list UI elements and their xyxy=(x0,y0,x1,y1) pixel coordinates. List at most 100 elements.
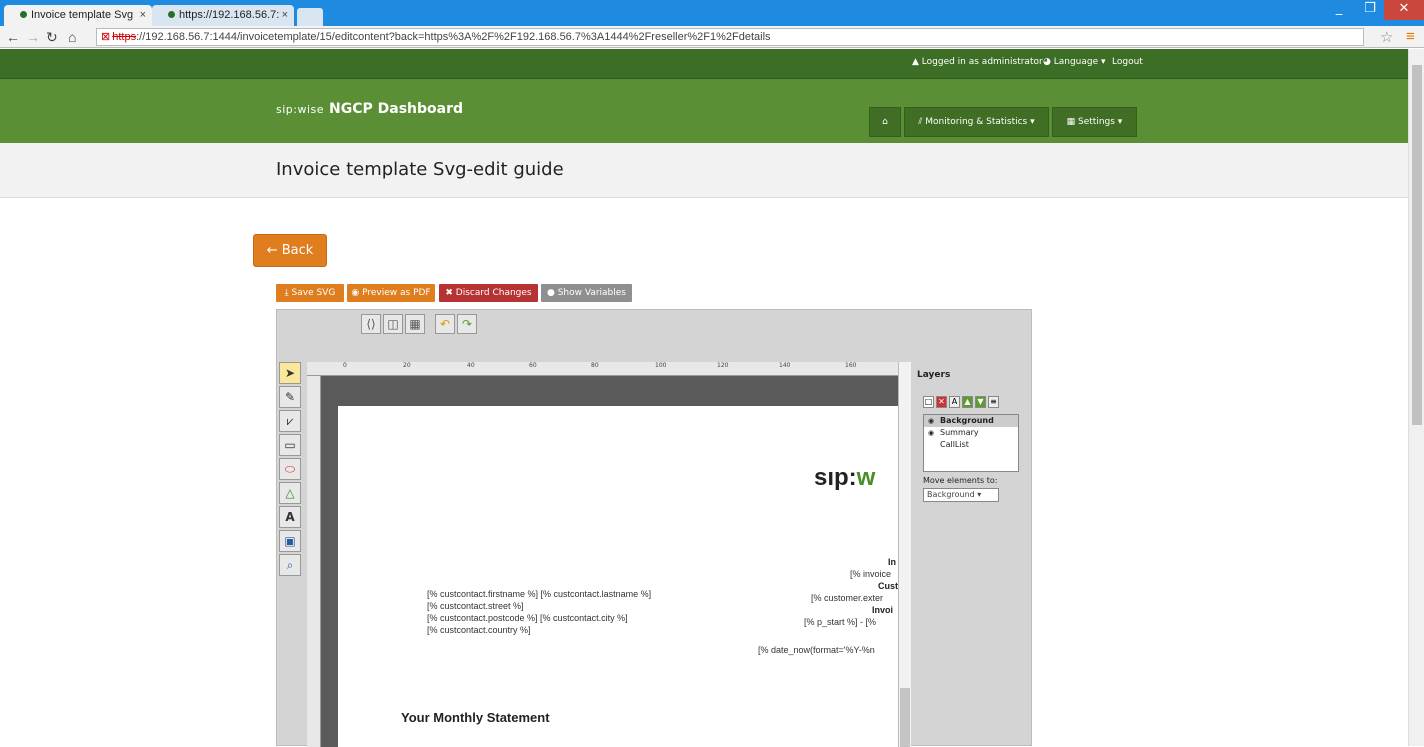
layer-name: CallList xyxy=(940,440,969,449)
show-variables-button[interactable]: ● Show Variables xyxy=(541,284,632,302)
redo-icon[interactable]: ↷ xyxy=(457,314,477,334)
layer-item-calllist[interactable]: CallList xyxy=(924,439,1018,451)
layer-up-icon[interactable]: ▲ xyxy=(962,396,973,408)
browser-tab-second[interactable]: https://192.168.56.7: × xyxy=(152,5,294,26)
page-scroll-thumb[interactable] xyxy=(1412,65,1422,425)
canvas-scroll-thumb[interactable] xyxy=(900,688,910,747)
layers-panel: Layers □ ✕ A ▲ ▼ ≡ ◉ Background ◉ Summary … xyxy=(917,370,1027,502)
url-scheme: https xyxy=(112,31,137,43)
zoom-tool-icon[interactable]: ⌕ xyxy=(279,554,301,576)
canvas-scrollbar[interactable] xyxy=(898,362,911,747)
move-elements-label: Move elements to: xyxy=(923,476,998,485)
preview-pdf-button[interactable]: ◉ Preview as PDF xyxy=(347,284,435,302)
close-tab-icon[interactable]: × xyxy=(140,5,146,26)
discard-changes-button[interactable]: ✖ Discard Changes xyxy=(439,284,538,302)
delete-layer-icon[interactable]: ✕ xyxy=(936,396,947,408)
tab-label: Invoice template Svg xyxy=(31,9,134,21)
ruler-vertical xyxy=(307,376,321,747)
date-var[interactable]: [% date_now(format='%Y-%n xyxy=(758,645,875,655)
language-menu[interactable]: ◕ Language ▾ xyxy=(1043,57,1106,67)
invoice-var[interactable]: [% invoice xyxy=(850,569,891,579)
address-line[interactable]: [% custcontact.country %] xyxy=(427,625,531,635)
select-tool-icon[interactable]: ➤ xyxy=(279,362,301,384)
eye-icon[interactable]: ◉ xyxy=(928,427,940,439)
rectangle-tool-icon[interactable]: ▭ xyxy=(279,434,301,456)
nav-settings-button[interactable]: ▦ Settings ▾ xyxy=(1052,107,1137,137)
layer-menu-icon[interactable]: ≡ xyxy=(988,396,999,408)
maximize-icon[interactable]: ❐ xyxy=(1356,0,1384,20)
app-logo[interactable]: sip:wise NGCP Dashboard xyxy=(276,101,463,117)
customer-label[interactable]: Cust xyxy=(878,581,898,591)
text-tool-icon[interactable]: A xyxy=(279,506,301,528)
page-scrollbar[interactable] xyxy=(1408,49,1424,746)
address-line[interactable]: [% custcontact.street %] xyxy=(427,601,524,611)
home-icon[interactable]: ⌂ xyxy=(68,28,76,46)
polygon-tool-icon[interactable]: △ xyxy=(279,482,301,504)
logo-sip: sıp: xyxy=(814,464,857,491)
ruler-horizontal: 0 20 40 60 80 100 120 140 160 xyxy=(307,362,898,376)
page-title: Invoice template Svg-edit guide xyxy=(276,159,564,180)
ellipse-tool-icon[interactable]: ⬭ xyxy=(279,458,301,480)
ruler-tick: 80 xyxy=(591,362,599,369)
close-tab-icon[interactable]: × xyxy=(282,5,288,26)
customer-var[interactable]: [% customer.exter xyxy=(811,593,883,603)
rename-layer-icon[interactable]: A xyxy=(949,396,960,408)
eye-icon[interactable]: ◉ xyxy=(928,415,940,427)
ruler-tick: 40 xyxy=(467,362,475,369)
statement-heading[interactable]: Your Monthly Statement xyxy=(401,710,550,725)
ruler-tick: 140 xyxy=(779,362,791,369)
layer-name: Background xyxy=(940,416,994,425)
back-arrow-icon[interactable]: ← xyxy=(6,28,20,46)
ruler-tick: 60 xyxy=(529,362,537,369)
svg-editor: ⟨⟩ ◫ ▦ ↶ ↷ ➤ ✎ ⩗ ▭ ⬭ △ A ▣ ⌕ 0 20 40 60 … xyxy=(276,309,1032,747)
minimize-icon[interactable]: _ xyxy=(1322,0,1356,20)
ruler-tick: 160 xyxy=(845,362,857,369)
layer-list: ◉ Background ◉ Summary CallList xyxy=(923,414,1019,472)
nav-home-button[interactable]: ⌂ xyxy=(869,107,901,137)
move-elements-select[interactable]: Background ▾ xyxy=(923,488,999,502)
forward-arrow-icon[interactable]: → xyxy=(26,28,40,46)
url-input[interactable]: ⊠ https://192.168.56.7:1444/invoicetempla… xyxy=(96,28,1364,46)
save-svg-button[interactable]: ⤓ Save SVG xyxy=(276,284,344,302)
grid-icon[interactable]: ▦ xyxy=(405,314,425,334)
layer-item-summary[interactable]: ◉ Summary xyxy=(924,427,1018,439)
invoice-period-label[interactable]: Invoi xyxy=(872,605,893,615)
new-tab-button[interactable] xyxy=(297,8,323,26)
new-layer-icon[interactable]: □ xyxy=(923,396,934,408)
browser-menu-icon[interactable]: ≡ xyxy=(1406,28,1415,45)
layer-down-icon[interactable]: ▼ xyxy=(975,396,986,408)
reload-icon[interactable]: ↻ xyxy=(46,28,58,46)
address-line[interactable]: [% custcontact.firstname %] [% custconta… xyxy=(427,589,651,599)
logout-link[interactable]: Logout xyxy=(1112,57,1143,67)
editor-canvas[interactable]: sıp:w [% custcontact.firstname %] [% cus… xyxy=(321,376,898,747)
pencil-tool-icon[interactable]: ✎ xyxy=(279,386,301,408)
layers-title: Layers xyxy=(917,370,951,380)
logo-w: w xyxy=(856,464,876,491)
layer-name: Summary xyxy=(940,428,979,437)
source-icon[interactable]: ⟨⟩ xyxy=(361,314,381,334)
logo-text: NGCP Dashboard xyxy=(329,101,464,117)
browser-tab-invoice[interactable]: Invoice template Svg × xyxy=(4,5,152,26)
undo-icon[interactable]: ↶ xyxy=(435,314,455,334)
image-tool-icon[interactable]: ▣ xyxy=(279,530,301,552)
tab-label: https://192.168.56.7: xyxy=(179,9,280,21)
window-close-icon[interactable]: ✕ xyxy=(1384,0,1424,20)
wireframe-icon[interactable]: ◫ xyxy=(383,314,403,334)
app-header: sip:wise NGCP Dashboard ⌂ ⫽ Monitoring & … xyxy=(0,79,1408,143)
ruler-tick: 20 xyxy=(403,362,411,369)
layer-item-background[interactable]: ◉ Background xyxy=(924,415,1018,427)
logged-in-status: ▲ Logged in as administrator xyxy=(912,57,1043,67)
nav-monitoring-button[interactable]: ⫽ Monitoring & Statistics ▾ xyxy=(904,107,1049,137)
page-title-bar: Invoice template Svg-edit guide xyxy=(0,143,1408,198)
sipwise-logo: sıp:w xyxy=(814,464,875,492)
back-button[interactable]: ← Back xyxy=(253,234,327,267)
path-tool-icon[interactable]: ⩗ xyxy=(279,410,301,432)
address-line[interactable]: [% custcontact.postcode %] [% custcontac… xyxy=(427,613,628,623)
home-icon: ⌂ xyxy=(882,117,888,127)
period-var[interactable]: [% p_start %] - [% xyxy=(804,617,876,627)
svg-page[interactable]: sıp:w [% custcontact.firstname %] [% cus… xyxy=(338,406,898,747)
bookmark-star-icon[interactable]: ☆ xyxy=(1380,28,1393,46)
logo-mark: sip:wise xyxy=(276,103,325,116)
address-bar: ← → ↻ ⌂ ⊠ https://192.168.56.7:1444/invoi… xyxy=(0,26,1424,48)
invoice-label[interactable]: In xyxy=(888,557,896,567)
